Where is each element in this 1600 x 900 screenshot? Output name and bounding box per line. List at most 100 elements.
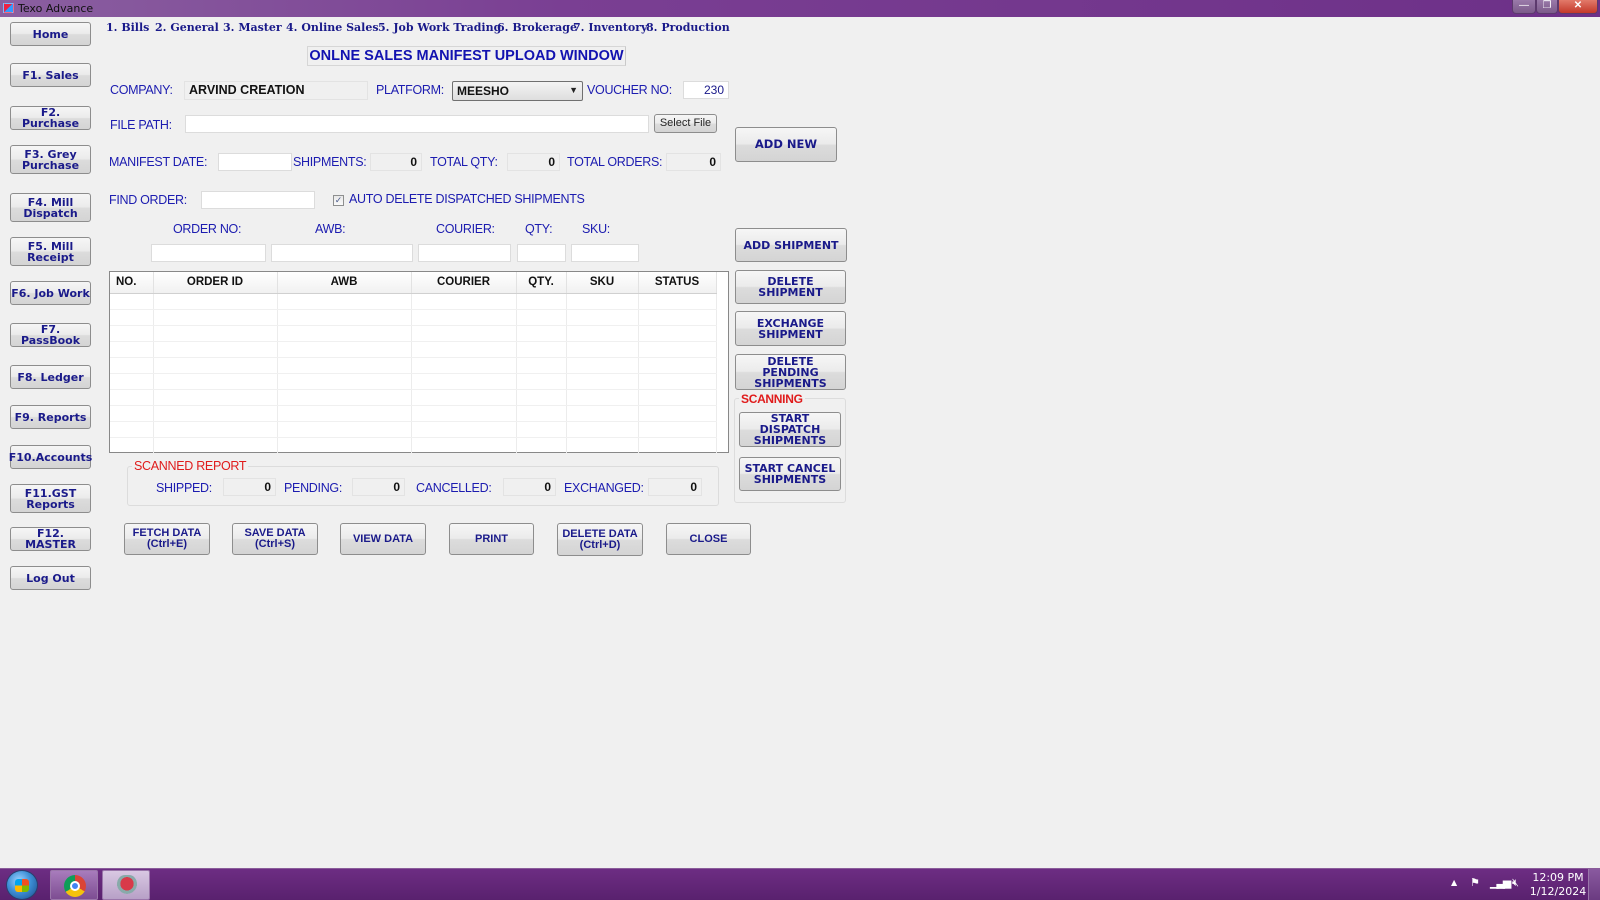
table-cell[interactable] xyxy=(153,373,278,390)
qty-input[interactable] xyxy=(517,244,566,262)
col-header-sku[interactable]: SKU xyxy=(566,272,639,294)
tray-overflow-icon[interactable]: ▲ xyxy=(1451,878,1457,887)
action-center-icon[interactable]: ⚑ xyxy=(1470,876,1480,889)
menu-job-work-trading[interactable]: 5. Job Work Trading xyxy=(378,21,501,34)
table-cell[interactable] xyxy=(411,389,517,406)
table-cell[interactable] xyxy=(277,437,412,454)
table-cell[interactable] xyxy=(638,325,717,342)
table-cell[interactable] xyxy=(638,373,717,390)
order-no-input[interactable] xyxy=(151,244,266,262)
table-cell[interactable] xyxy=(277,405,412,422)
menu-general[interactable]: 2. General xyxy=(155,21,219,34)
table-cell[interactable] xyxy=(110,405,154,422)
start-dispatch-shipments-button[interactable]: START DISPATCH SHIPMENTS xyxy=(739,412,841,447)
table-cell[interactable] xyxy=(566,293,639,310)
print-button[interactable]: PRINT xyxy=(449,523,534,555)
table-cell[interactable] xyxy=(277,309,412,326)
table-cell[interactable] xyxy=(516,421,567,438)
table-row[interactable] xyxy=(110,373,717,390)
table-cell[interactable] xyxy=(153,293,278,310)
col-header-awb[interactable]: AWB xyxy=(277,272,412,294)
table-cell[interactable] xyxy=(638,341,717,358)
sidebar-item-purchase[interactable]: F2. Purchase xyxy=(10,106,91,130)
table-cell[interactable] xyxy=(516,405,567,422)
col-header-qty[interactable]: QTY. xyxy=(516,272,567,294)
save-data-button[interactable]: SAVE DATA (Ctrl+S) xyxy=(232,523,318,555)
close-button[interactable]: CLOSE xyxy=(666,523,751,555)
table-cell[interactable] xyxy=(516,357,567,374)
awb-input[interactable] xyxy=(271,244,413,262)
table-row[interactable] xyxy=(110,421,717,438)
view-data-button[interactable]: VIEW DATA xyxy=(340,523,426,555)
table-row[interactable] xyxy=(110,341,717,358)
table-cell[interactable] xyxy=(516,389,567,406)
menu-inventory[interactable]: 7. Inventory xyxy=(573,21,647,34)
table-cell[interactable] xyxy=(566,357,639,374)
table-cell[interactable] xyxy=(411,309,517,326)
sidebar-item-passbook[interactable]: F7. PassBook xyxy=(10,323,91,347)
sidebar-item-master[interactable]: F12. MASTER xyxy=(10,527,91,551)
table-cell[interactable] xyxy=(566,437,639,454)
table-row[interactable] xyxy=(110,405,717,422)
table-cell[interactable] xyxy=(566,325,639,342)
menu-bills[interactable]: 1. Bills xyxy=(106,21,149,34)
courier-input[interactable] xyxy=(418,244,511,262)
table-cell[interactable] xyxy=(566,341,639,358)
table-cell[interactable] xyxy=(110,373,154,390)
taskbar-chrome[interactable] xyxy=(50,870,98,900)
menu-online-sales[interactable]: 4. Online Sales xyxy=(286,21,379,34)
table-cell[interactable] xyxy=(566,373,639,390)
table-cell[interactable] xyxy=(411,421,517,438)
table-cell[interactable] xyxy=(277,293,412,310)
table-cell[interactable] xyxy=(411,341,517,358)
delete-shipment-button[interactable]: DELETE SHIPMENT xyxy=(735,270,846,304)
table-cell[interactable] xyxy=(411,373,517,390)
auto-delete-checkbox[interactable]: ✓ xyxy=(333,195,344,206)
table-cell[interactable] xyxy=(411,293,517,310)
table-cell[interactable] xyxy=(110,437,154,454)
table-cell[interactable] xyxy=(566,389,639,406)
table-cell[interactable] xyxy=(153,437,278,454)
col-header-no[interactable]: NO. xyxy=(110,272,154,294)
volume-muted-icon[interactable]: 🔇︎ xyxy=(1512,876,1519,890)
table-cell[interactable] xyxy=(516,309,567,326)
sidebar-item-home[interactable]: Home xyxy=(10,22,91,46)
table-cell[interactable] xyxy=(110,421,154,438)
table-cell[interactable] xyxy=(153,325,278,342)
menu-brokerage[interactable]: 6. Brokerage xyxy=(497,21,577,34)
table-cell[interactable] xyxy=(411,437,517,454)
table-cell[interactable] xyxy=(411,405,517,422)
table-row[interactable] xyxy=(110,437,717,454)
table-cell[interactable] xyxy=(277,389,412,406)
table-row[interactable] xyxy=(110,293,717,310)
sidebar-item-job-work[interactable]: F6. Job Work xyxy=(10,281,91,305)
minimize-button[interactable]: — xyxy=(1512,0,1536,14)
table-cell[interactable] xyxy=(153,341,278,358)
table-row[interactable] xyxy=(110,309,717,326)
table-cell[interactable] xyxy=(153,421,278,438)
table-cell[interactable] xyxy=(566,421,639,438)
table-cell[interactable] xyxy=(638,405,717,422)
table-cell[interactable] xyxy=(516,437,567,454)
table-cell[interactable] xyxy=(516,373,567,390)
table-cell[interactable] xyxy=(638,389,717,406)
table-cell[interactable] xyxy=(277,341,412,358)
col-header-order-id[interactable]: ORDER ID xyxy=(153,272,278,294)
delete-pending-shipments-button[interactable]: DELETE PENDING SHIPMENTS xyxy=(735,354,846,390)
voucher-no-field[interactable]: 230 xyxy=(683,81,729,99)
menu-master[interactable]: 3. Master xyxy=(223,21,282,34)
manifest-date-input[interactable] xyxy=(218,153,292,171)
sidebar-item-logout[interactable]: Log Out xyxy=(10,566,91,590)
table-cell[interactable] xyxy=(110,357,154,374)
shipments-grid[interactable]: NO. ORDER ID AWB COURIER QTY. SKU STATUS xyxy=(109,271,729,454)
table-cell[interactable] xyxy=(566,309,639,326)
close-window-button[interactable]: ✕ xyxy=(1558,0,1598,14)
start-button[interactable] xyxy=(6,870,38,900)
table-cell[interactable] xyxy=(277,325,412,342)
sidebar-item-sales[interactable]: F1. Sales xyxy=(10,63,91,87)
col-header-courier[interactable]: COURIER xyxy=(411,272,517,294)
sidebar-item-ledger[interactable]: F8. Ledger xyxy=(10,365,91,389)
select-file-button[interactable]: Select File xyxy=(654,114,717,133)
add-new-button[interactable]: ADD NEW xyxy=(735,127,837,162)
auto-delete-label[interactable]: AUTO DELETE DISPATCHED SHIPMENTS xyxy=(349,192,585,206)
